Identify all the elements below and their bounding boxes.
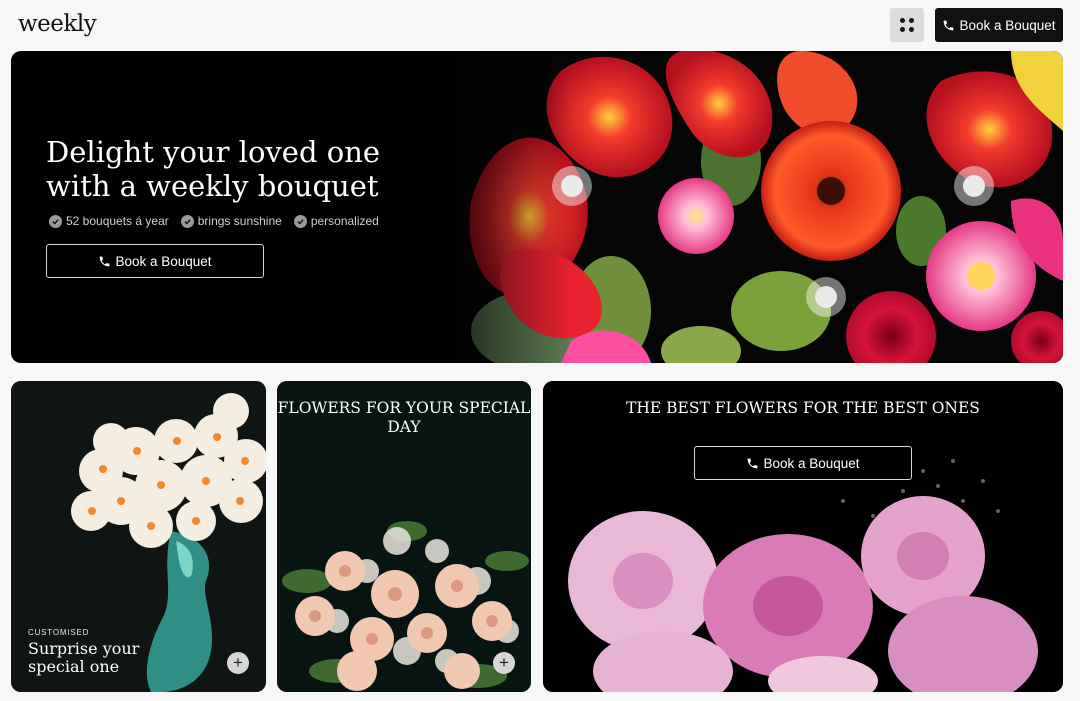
hero-fade xyxy=(391,51,571,363)
hero-book-button[interactable]: Book a Bouquet xyxy=(46,244,264,278)
peonies-image xyxy=(543,381,1063,692)
card-title: FLOWERS FOR YOUR SPECIAL DAY xyxy=(277,399,531,436)
feature-item: brings sunshine xyxy=(180,214,282,228)
plus-icon[interactable]: + xyxy=(493,652,515,674)
plus-icon[interactable]: + xyxy=(227,652,249,674)
feature-list: 52 bouquets á year brings sunshine perso… xyxy=(49,214,379,228)
feature-label: 52 bouquets á year xyxy=(66,214,169,228)
feature-item: personalized xyxy=(293,214,379,228)
hotspot-marker[interactable] xyxy=(806,277,846,317)
card-eyebrow: CUSTOMISED xyxy=(28,628,90,637)
hotspot-marker[interactable] xyxy=(954,166,994,206)
card-book-button[interactable]: Book a Bouquet xyxy=(694,446,912,480)
menu-button[interactable] xyxy=(890,8,924,42)
logo[interactable]: weekly xyxy=(18,11,97,37)
phone-icon xyxy=(100,256,110,266)
check-circle-icon xyxy=(180,214,194,228)
card-special-day[interactable]: FLOWERS FOR YOUR SPECIAL DAY + xyxy=(277,381,531,692)
check-circle-icon xyxy=(49,214,62,228)
hotspot-marker[interactable] xyxy=(552,166,592,206)
hero-book-label: Book a Bouquet xyxy=(115,253,212,269)
site-header: weekly Book a Bouquet xyxy=(0,0,1080,52)
card-title: THE BEST FLOWERS FOR THE BEST ONES xyxy=(626,399,980,417)
phone-icon xyxy=(944,20,954,30)
card-title: Surprise your special one xyxy=(28,639,140,676)
feature-label: brings sunshine xyxy=(197,214,282,228)
check-circle-icon xyxy=(293,214,307,228)
card-book-label: Book a Bouquet xyxy=(763,455,860,471)
hero-title: Delight your loved one with a weekly bou… xyxy=(46,135,381,203)
book-bouquet-button[interactable]: Book a Bouquet xyxy=(935,8,1063,42)
feature-item: 52 bouquets á year xyxy=(49,214,169,228)
feature-label: personalized xyxy=(310,214,379,228)
card-best-flowers[interactable]: THE BEST FLOWERS FOR THE BEST ONES Book … xyxy=(543,381,1063,692)
phone-icon xyxy=(748,458,758,468)
book-bouquet-label: Book a Bouquet xyxy=(959,17,1056,33)
card-customised[interactable]: CUSTOMISED Surprise your special one + xyxy=(11,381,266,692)
hero-banner: Delight your loved one with a weekly bou… xyxy=(11,51,1063,363)
